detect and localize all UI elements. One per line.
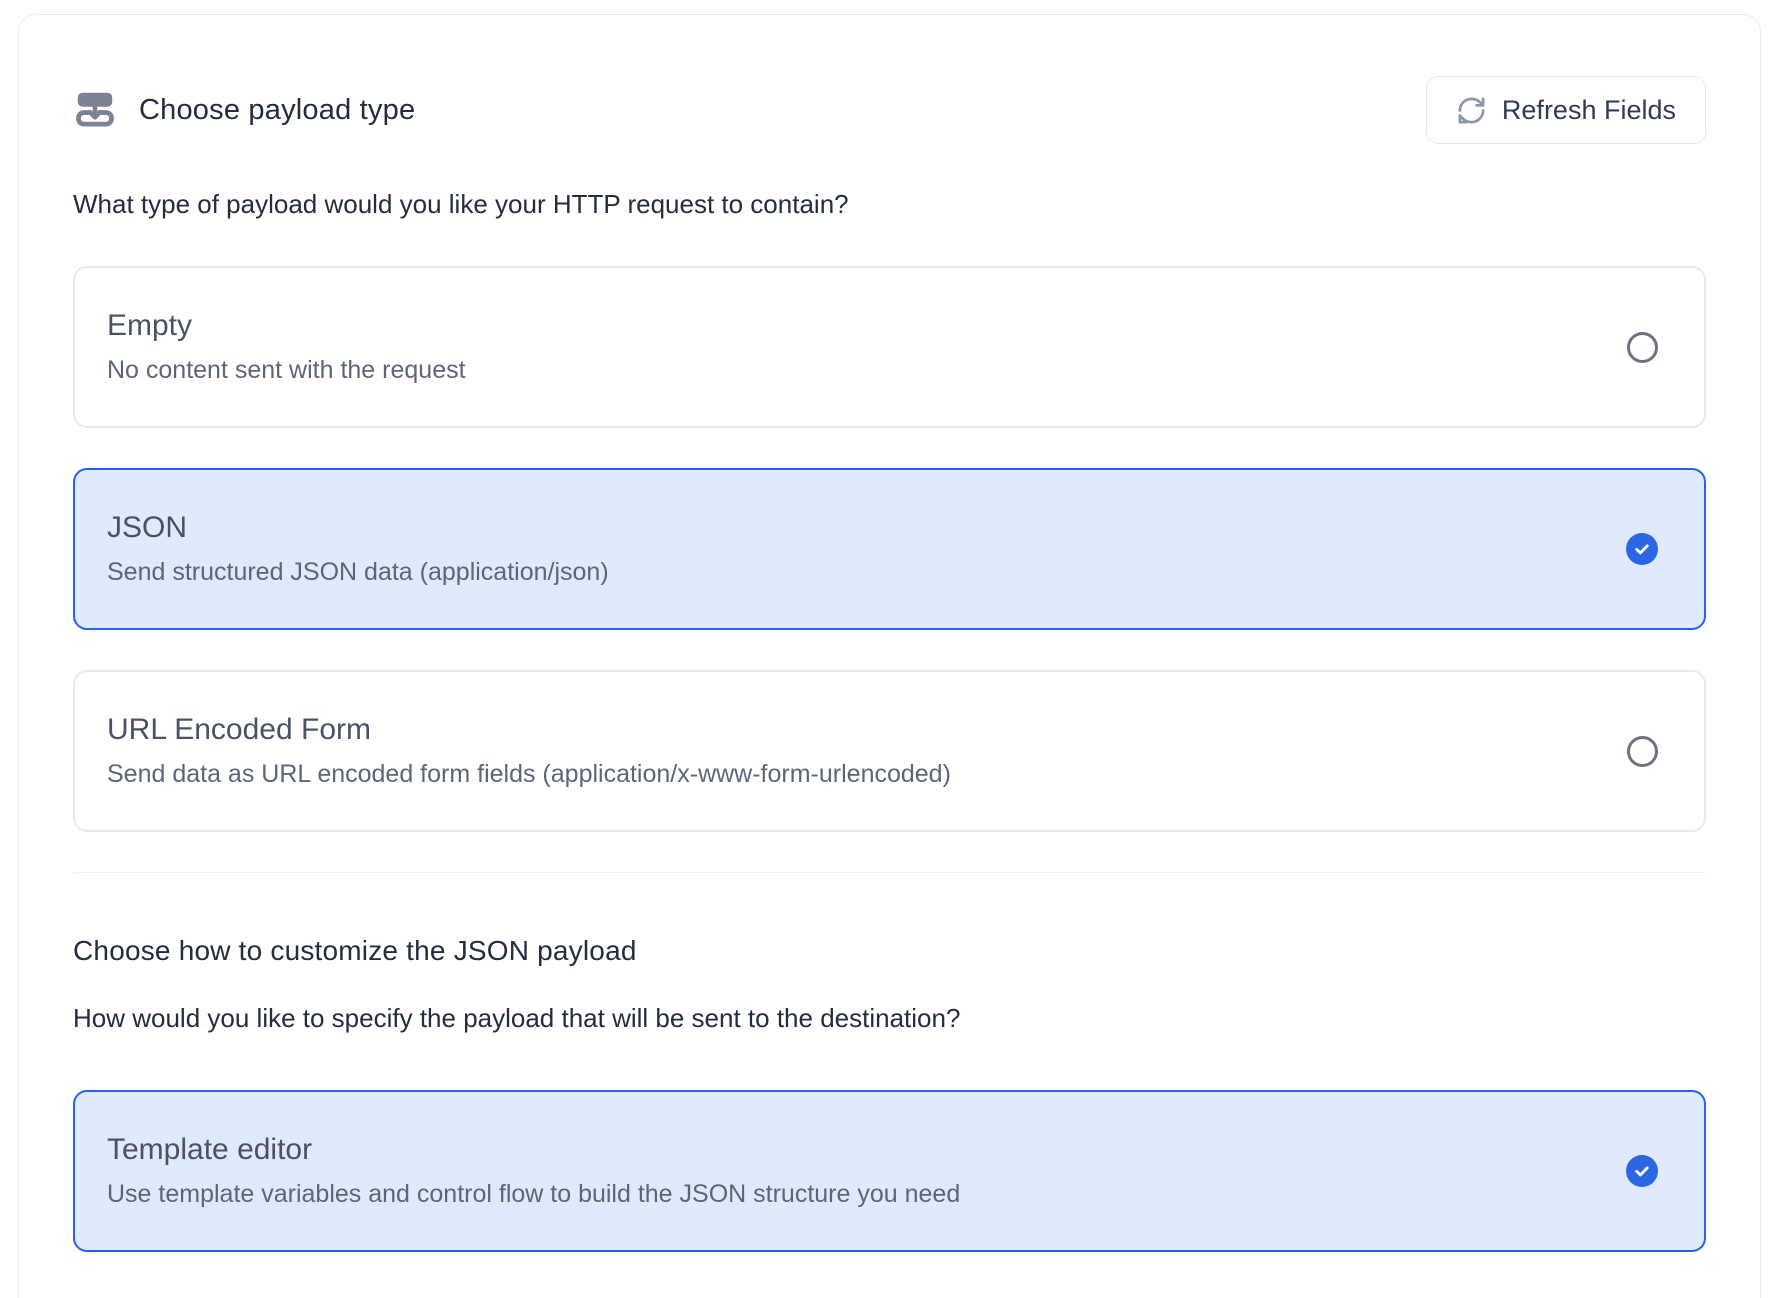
payload-settings-panel: Choose payload type Refresh Fields What … bbox=[18, 14, 1761, 1298]
option-title: Empty bbox=[107, 309, 466, 343]
payload-type-question: What type of payload would you like your… bbox=[73, 189, 1706, 220]
payload-tray-icon bbox=[73, 88, 117, 132]
option-text: Template editor Use template variables a… bbox=[107, 1133, 960, 1209]
option-text: URL Encoded Form Send data as URL encode… bbox=[107, 713, 951, 789]
option-description: Send data as URL encoded form fields (ap… bbox=[107, 760, 951, 789]
panel-header: Choose payload type Refresh Fields bbox=[73, 75, 1706, 145]
section-divider bbox=[73, 872, 1706, 873]
payload-option-empty[interactable]: Empty No content sent with the request bbox=[73, 266, 1706, 428]
customize-section-heading: Choose how to customize the JSON payload bbox=[73, 935, 1706, 967]
radio-selected-check-icon[interactable] bbox=[1626, 533, 1658, 565]
radio-unselected-icon[interactable] bbox=[1627, 332, 1658, 363]
payload-options-list: Empty No content sent with the request J… bbox=[73, 266, 1706, 832]
option-title: URL Encoded Form bbox=[107, 713, 951, 747]
radio-unselected-icon[interactable] bbox=[1627, 736, 1658, 767]
customize-option-template-editor[interactable]: Template editor Use template variables a… bbox=[73, 1090, 1706, 1252]
option-description: Use template variables and control flow … bbox=[107, 1180, 960, 1209]
option-description: No content sent with the request bbox=[107, 356, 466, 385]
option-description: Send structured JSON data (application/j… bbox=[107, 558, 609, 587]
option-title: JSON bbox=[107, 511, 609, 545]
option-text: JSON Send structured JSON data (applicat… bbox=[107, 511, 609, 587]
refresh-icon bbox=[1456, 95, 1487, 126]
radio-selected-check-icon[interactable] bbox=[1626, 1155, 1658, 1187]
option-title: Template editor bbox=[107, 1133, 960, 1167]
refresh-button-label: Refresh Fields bbox=[1502, 95, 1676, 126]
payload-option-url-encoded-form[interactable]: URL Encoded Form Send data as URL encode… bbox=[73, 670, 1706, 832]
panel-header-left: Choose payload type bbox=[73, 88, 415, 132]
payload-option-json[interactable]: JSON Send structured JSON data (applicat… bbox=[73, 468, 1706, 630]
page-title: Choose payload type bbox=[139, 94, 415, 127]
customize-options-list: Template editor Use template variables a… bbox=[73, 1090, 1706, 1252]
option-text: Empty No content sent with the request bbox=[107, 309, 466, 385]
refresh-fields-button[interactable]: Refresh Fields bbox=[1426, 76, 1706, 144]
customize-question: How would you like to specify the payloa… bbox=[73, 1003, 1706, 1034]
